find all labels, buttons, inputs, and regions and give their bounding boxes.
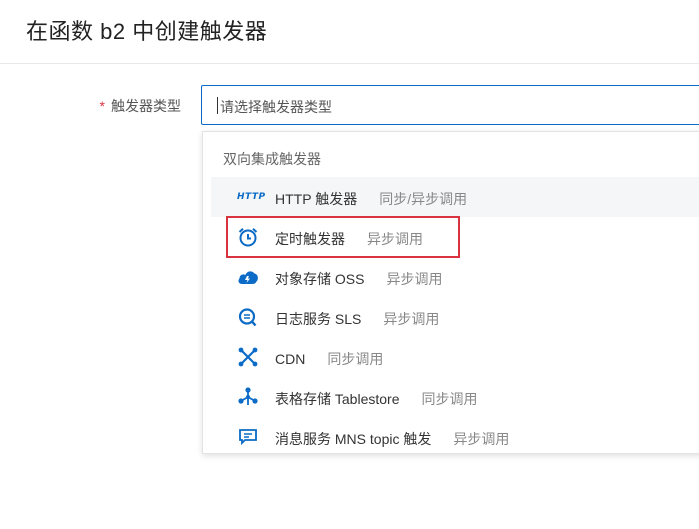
option-oss-trigger[interactable]: 对象存储 OSS 异步调用 [211,257,699,297]
http-icon-text: HTTP [237,192,266,202]
option-desc: 异步调用 [383,311,440,327]
trigger-type-label-text: 触发器类型 [111,98,181,114]
cloud-icon [237,267,259,287]
tablestore-icon [237,387,259,407]
http-icon: HTTP [237,187,265,207]
dropdown-group-title: 双向集成触发器 [223,151,321,167]
text-cursor [217,97,218,114]
option-http-trigger[interactable]: HTTP HTTP 触发器 同步/异步调用 [211,177,699,217]
alarm-clock-icon [237,227,259,247]
option-name: 表格存储 Tablestore [275,391,400,407]
option-tablestore-trigger[interactable]: 表格存储 Tablestore 同步调用 [211,377,699,417]
mns-icon [237,427,259,447]
page-header: 在函数 b2 中创建触发器 [0,0,699,64]
option-name: 消息服务 MNS topic 触发 [275,431,432,447]
trigger-type-label: * 触发器类型 [100,96,181,116]
option-desc: 异步调用 [453,431,510,447]
option-name: 对象存储 OSS [275,271,365,287]
option-name: 日志服务 SLS [275,311,362,327]
trigger-type-placeholder: 请选择触发器类型 [220,99,332,115]
cdn-icon [237,347,259,367]
option-name: 定时触发器 [275,231,345,247]
option-desc: 异步调用 [386,271,443,287]
option-desc: 同步调用 [421,391,478,407]
option-name: CDN [275,351,306,367]
option-desc: 同步/异步调用 [379,191,468,207]
option-timer-trigger[interactable]: 定时触发器 异步调用 [211,217,699,257]
option-desc: 异步调用 [367,231,423,247]
page-title: 在函数 b2 中创建触发器 [26,19,268,44]
option-sls-trigger[interactable]: 日志服务 SLS 异步调用 [211,297,699,337]
option-name: HTTP 触发器 [275,191,358,207]
trigger-type-select[interactable]: 请选择触发器类型 [201,85,699,125]
required-mark: * [99,98,105,114]
trigger-type-dropdown: 双向集成触发器 HTTP HTTP 触发器 同步/异步调用 定时触发器 异步调用 对… [202,131,699,454]
option-mns-trigger[interactable]: 消息服务 MNS topic 触发 异步调用 [211,417,699,453]
option-cdn-trigger[interactable]: CDN 同步调用 [211,337,699,377]
option-desc: 同步调用 [327,351,384,367]
log-service-icon [237,307,259,327]
